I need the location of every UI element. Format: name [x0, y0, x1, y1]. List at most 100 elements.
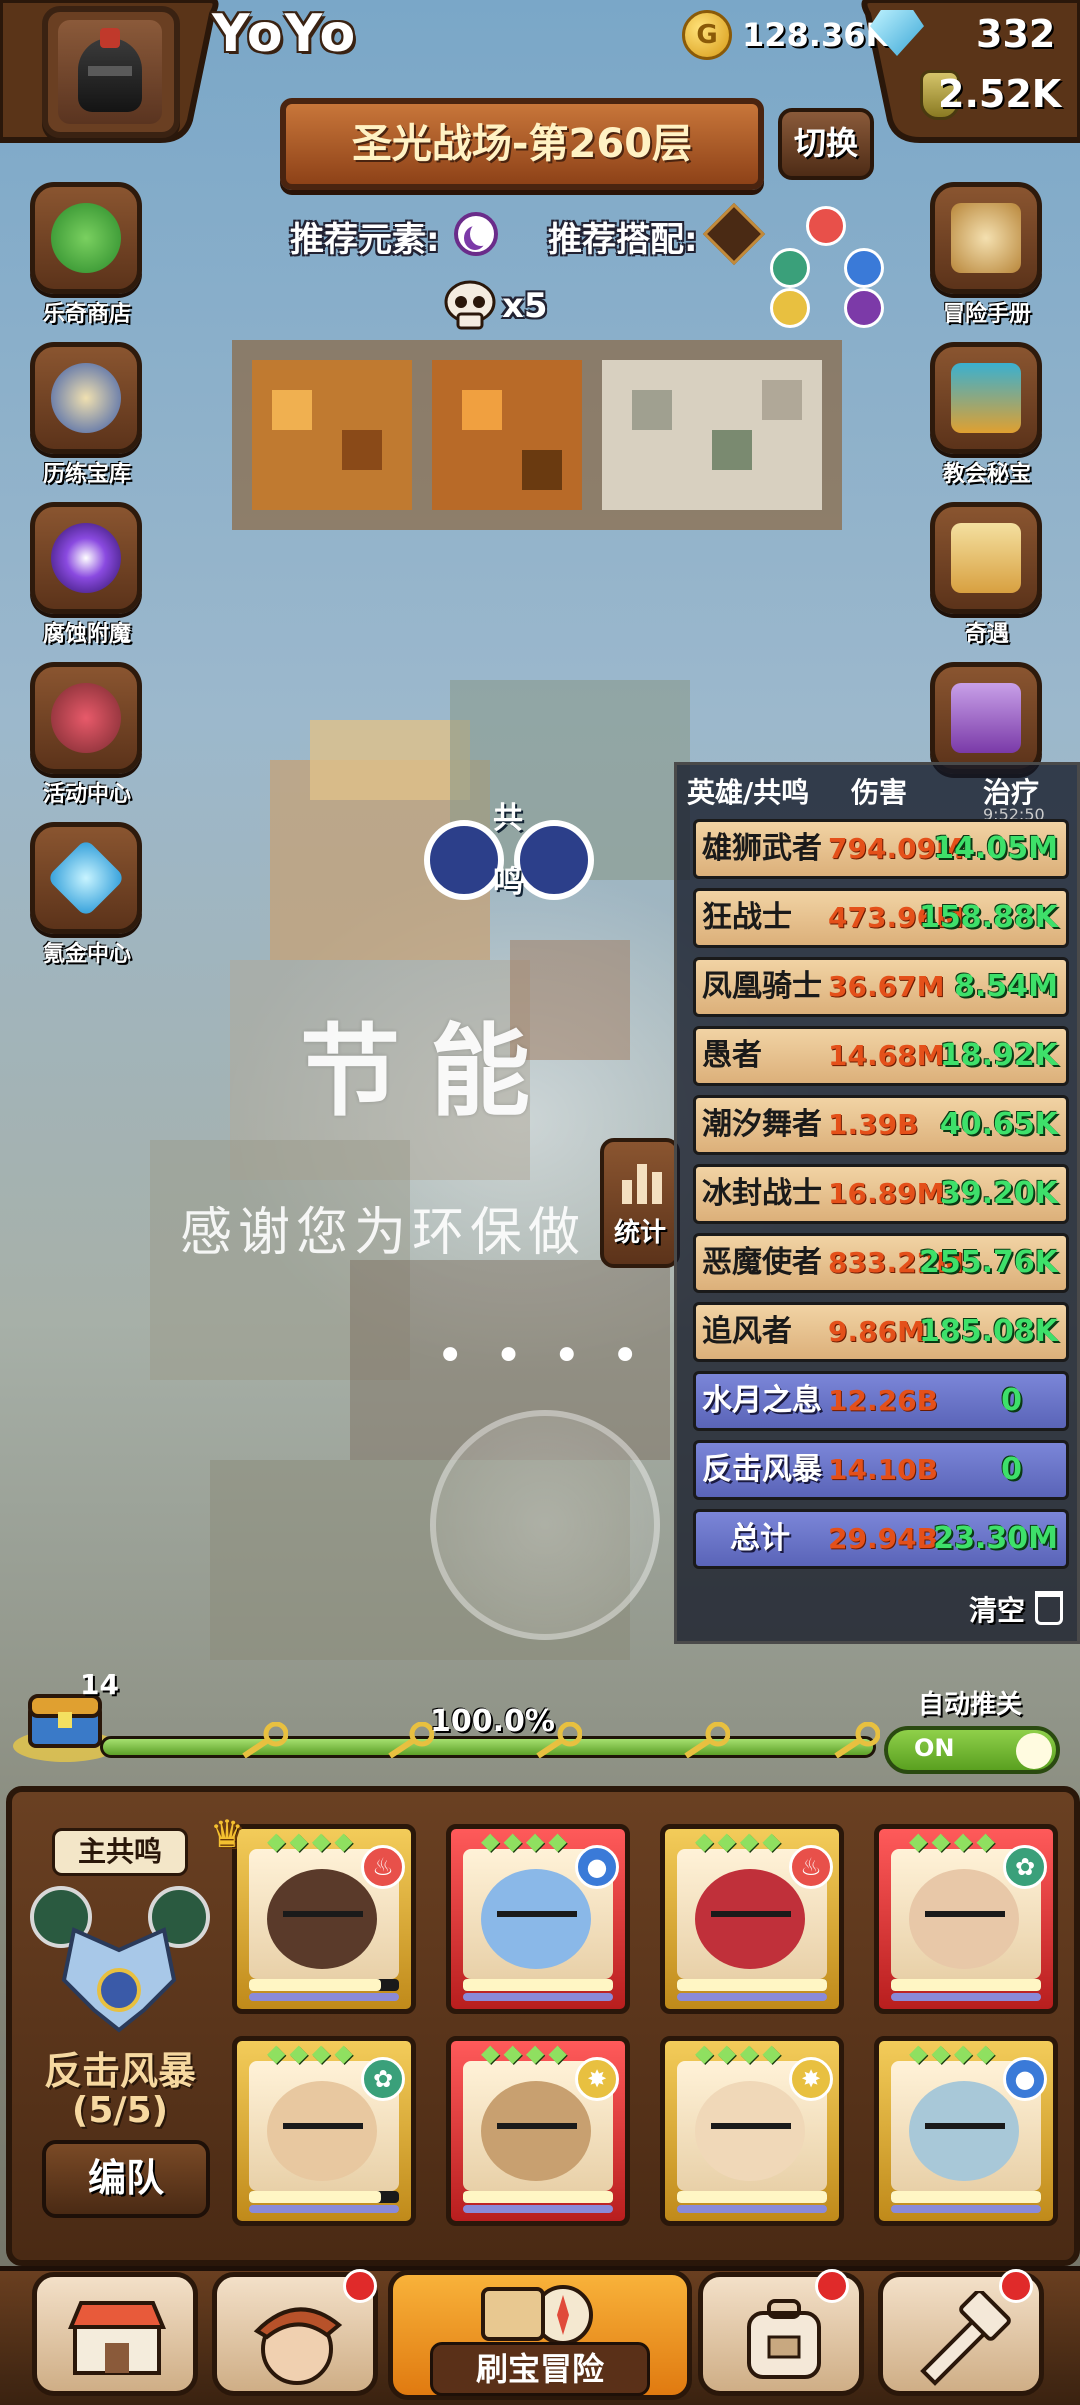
- resonance-count: (5/5): [71, 2090, 169, 2131]
- key-icon: [238, 1721, 289, 1759]
- portal-icon: [51, 523, 121, 593]
- hero-eyes: [283, 2123, 363, 2143]
- hero-energy-bar: [891, 2205, 1041, 2213]
- training-vault-button[interactable]: [30, 342, 142, 454]
- loading-dots: ••••: [436, 1328, 670, 1384]
- gold-coin-icon: G: [682, 10, 732, 60]
- krypton-center-button[interactable]: [30, 822, 142, 934]
- star-rank-icon: ◆◆◆◆: [481, 2039, 571, 2067]
- recommended-combo-label: 推荐搭配:: [548, 220, 698, 260]
- nav-forge-button[interactable]: [878, 2269, 1044, 2396]
- hero-energy-bar: [463, 1993, 613, 2001]
- clear-stats-label[interactable]: 清空: [969, 1589, 1025, 1629]
- hero-eyes: [497, 1911, 577, 1931]
- wind-element-icon: [770, 248, 810, 288]
- hero-card[interactable]: ◆◆◆◆ ●: [874, 2036, 1058, 2226]
- star-rank-icon: ◆◆◆◆: [695, 2039, 785, 2067]
- hero-card[interactable]: ◆◆◆◆ ✿: [232, 2036, 416, 2226]
- lucky-shop-button[interactable]: [30, 182, 142, 294]
- hero-eyes: [711, 1911, 791, 1931]
- auto-advance-toggle[interactable]: ON: [884, 1726, 1060, 1774]
- hero-icon: [253, 2307, 343, 2385]
- virtual-joystick[interactable]: [430, 1410, 660, 1640]
- stats-row: 追风者 9.86M 185.08K: [693, 1302, 1069, 1362]
- stats-row-heal: 18.92K: [939, 1038, 1058, 1073]
- quest-icon: [951, 523, 1021, 593]
- stats-row-heal: 185.08K: [918, 1314, 1058, 1349]
- hero-card[interactable]: ◆◆◆◆ ✿: [874, 1824, 1058, 2014]
- formation-button[interactable]: 编队: [42, 2140, 210, 2218]
- hero-eyes: [283, 1911, 363, 1931]
- hero-card[interactable]: ◆◆◆◆ ✸: [446, 2036, 630, 2226]
- chest-count: 14: [80, 1668, 119, 1701]
- fire-element-icon: [806, 206, 846, 246]
- stage-progress-bar: [100, 1736, 876, 1758]
- stats-row: 愚者 14.68M 18.92K: [693, 1026, 1069, 1086]
- player-avatar[interactable]: [42, 6, 180, 138]
- switch-stage-button[interactable]: 切换: [778, 108, 874, 180]
- skull-icon: [444, 280, 496, 330]
- key-icon: [680, 1721, 731, 1759]
- nav-hero-button[interactable]: [212, 2269, 378, 2396]
- hero-energy-bar: [463, 2205, 613, 2213]
- light-element-icon: ✸: [575, 2057, 619, 2101]
- main-resonance-label: 主共鸣: [52, 1828, 188, 1876]
- player-name: YoYo: [212, 4, 358, 64]
- corrosion-enchant-label: 腐蚀附魔: [42, 622, 131, 647]
- nav-adventure-label: 刷宝冒险: [430, 2342, 650, 2396]
- stats-row: 狂战士 473.96M 158.88K: [693, 888, 1069, 948]
- nav-shop-button[interactable]: [32, 2272, 198, 2396]
- skull-multiplier: x5: [502, 286, 548, 326]
- resonance-top-text: 共: [493, 801, 523, 836]
- hero-card[interactable]: ◆◆◆◆ ●: [446, 1824, 630, 2014]
- backpack-icon: [747, 2299, 821, 2379]
- trash-icon[interactable]: [1035, 1591, 1063, 1625]
- corrosion-enchant-button[interactable]: [30, 502, 142, 614]
- stats-row: 雄狮武者 794.09M 14.05M: [693, 819, 1069, 879]
- event-center-button[interactable]: [30, 662, 142, 774]
- hero-eyes: [711, 2123, 791, 2143]
- resonance-indicator[interactable]: 共 鸣: [424, 800, 594, 900]
- hero-hp-bar: [249, 1979, 399, 1991]
- stats-row: 恶魔使者 833.22M 255.76K: [693, 1233, 1069, 1293]
- hero-energy-bar: [249, 1993, 399, 2001]
- resonance-bottom-text: 鸣: [493, 865, 523, 900]
- stage-progress-fill: [103, 1739, 873, 1755]
- star-rank-icon: ◆◆◆◆: [695, 1827, 785, 1855]
- water-element-icon: [844, 248, 884, 288]
- hero-hp-fill: [249, 1979, 381, 1991]
- hero-hp-fill: [463, 2191, 613, 2203]
- hero-card[interactable]: ◆◆◆◆ ♨: [232, 1824, 416, 2014]
- stats-row-name: 总计: [730, 1521, 790, 1556]
- hero-hp-bar: [891, 2191, 1041, 2203]
- gem-amount: 332: [976, 12, 1056, 56]
- forge-icon: [920, 2291, 1011, 2386]
- stats-row: 水月之息 12.26B 0: [693, 1371, 1069, 1431]
- stats-row-damage: 9.86M: [828, 1315, 925, 1348]
- hero-hp-fill: [677, 1979, 827, 1991]
- stats-row-name: 恶魔使者: [702, 1245, 822, 1280]
- power-saving-title: 节能: [300, 1013, 560, 1130]
- wind-element-icon: ✿: [361, 2057, 405, 2101]
- manual-icon: [951, 203, 1021, 273]
- diamond-icon: [46, 838, 126, 918]
- nav-backpack-button[interactable]: [698, 2269, 864, 2396]
- purple-treasure-button[interactable]: [930, 662, 1042, 774]
- fire-element-icon: ♨: [789, 1845, 833, 1889]
- star-rank-icon: ◆◆◆◆: [267, 1827, 357, 1855]
- shop-icon: [68, 2301, 166, 2375]
- stats-row-name: 水月之息: [702, 1383, 822, 1418]
- hero-card[interactable]: ◆◆◆◆ ♨: [660, 1824, 844, 2014]
- adventure-manual-button[interactable]: [930, 182, 1042, 294]
- bar-chart-icon: [622, 1164, 662, 1204]
- hero-card[interactable]: ◆◆◆◆ ✸: [660, 2036, 844, 2226]
- hero-notification-badge: [343, 2269, 377, 2303]
- adventure-event-button[interactable]: [930, 502, 1042, 614]
- stats-row-damage: 36.67M: [828, 970, 945, 1003]
- winged-crest-icon[interactable]: [54, 1920, 184, 2040]
- toggle-knob: [1016, 1733, 1052, 1769]
- church-treasure-button[interactable]: [930, 342, 1042, 454]
- statistics-button[interactable]: 统计: [600, 1138, 680, 1268]
- hero-eyes: [925, 2123, 1005, 2143]
- stats-row: 总计 29.94B 23.30M: [693, 1509, 1069, 1569]
